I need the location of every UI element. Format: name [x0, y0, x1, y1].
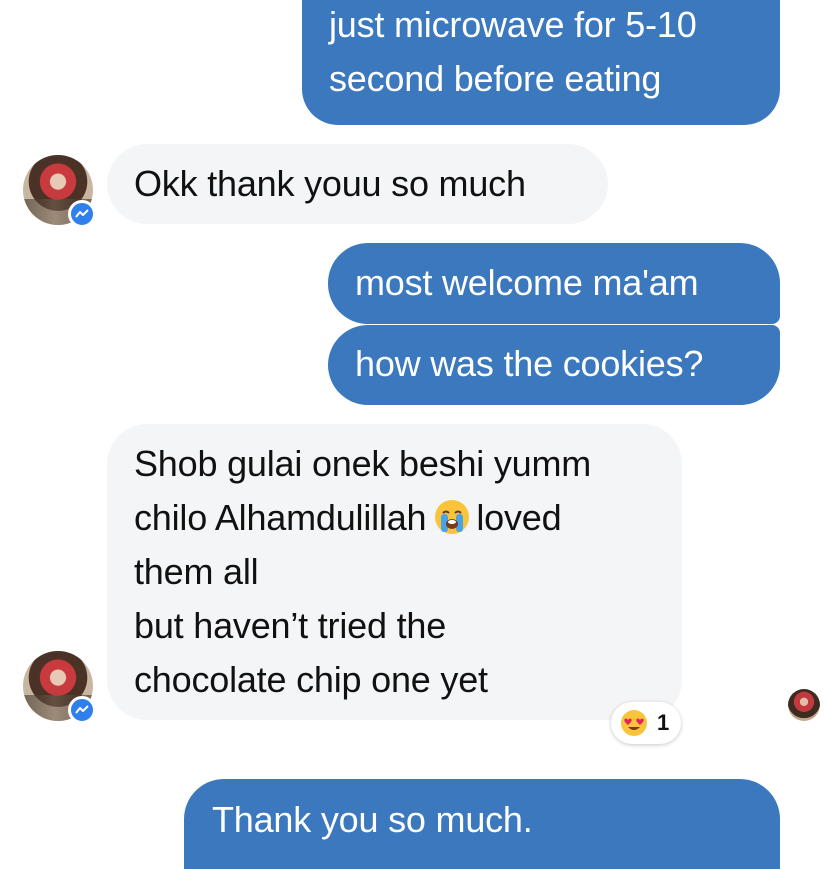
- message-text-line-with-emoji: chilo Alhamdulillah loved: [134, 497, 562, 538]
- seen-receipt-avatar: [788, 689, 820, 721]
- incoming-message-bubble[interactable]: Okk thank youu so much: [107, 144, 608, 224]
- heart-eyes-emoji-icon: [621, 710, 647, 736]
- incoming-message-bubble[interactable]: Shob gulai onek beshi yumm chilo Alhamdu…: [107, 424, 682, 720]
- outgoing-message-bubble[interactable]: Thank you so much.: [184, 779, 780, 869]
- message-text-line: Okk thank youu so much: [134, 163, 526, 204]
- reaction-count: 1: [657, 710, 670, 735]
- message-text-line: them all: [134, 551, 259, 592]
- message-text-line: but haven’t tried the: [134, 605, 447, 646]
- messenger-badge-icon: [68, 696, 96, 724]
- message-text-line: just microwave for 5-10: [329, 4, 697, 45]
- message-text-line: Shob gulai onek beshi yumm: [134, 443, 592, 484]
- message-text-line: Thank you so much.: [212, 799, 533, 840]
- crying-face-emoji-icon: [435, 500, 470, 534]
- message-reaction[interactable]: 1: [611, 702, 681, 744]
- outgoing-message-bubble[interactable]: most welcome ma'am: [328, 243, 780, 324]
- message-text-line: how was the cookies?: [355, 343, 704, 384]
- outgoing-message-bubble[interactable]: just microwave for 5-10 second before ea…: [302, 0, 780, 125]
- messenger-badge-icon: [68, 200, 96, 228]
- outgoing-message-bubble[interactable]: how was the cookies?: [328, 325, 780, 405]
- message-text-line: chocolate chip one yet: [134, 659, 488, 700]
- message-text-line: most welcome ma'am: [355, 262, 699, 303]
- message-text-line: second before eating: [329, 58, 662, 99]
